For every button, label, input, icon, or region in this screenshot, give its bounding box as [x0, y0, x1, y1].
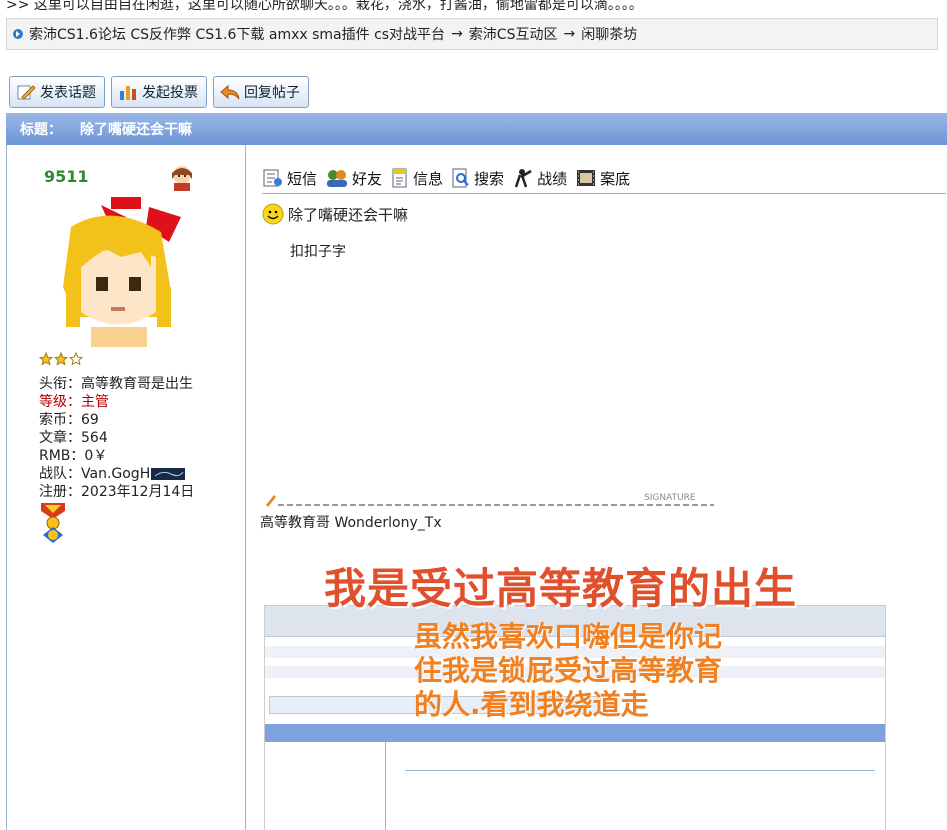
- signature-caption-4: 的人.看到我绕道走: [414, 688, 649, 721]
- message-icon: [263, 169, 282, 187]
- archive-button[interactable]: 案底: [575, 168, 630, 189]
- post-title: 除了嘴硬还会干嘛: [262, 203, 408, 225]
- breadcrumb-forum[interactable]: 闲聊茶坊: [581, 24, 637, 44]
- signature-divider: SIGNATURE: [266, 493, 714, 507]
- medals: [39, 501, 67, 549]
- new-poll-button[interactable]: 发起投票: [111, 76, 207, 108]
- post-content: 短信 好友 信息 搜索 战绩 案底 除了嘴硬还会干嘛 扣扣子字 SIGNATUR…: [246, 145, 947, 830]
- soldier-icon: [514, 169, 532, 188]
- film-icon: [577, 170, 596, 186]
- smiley-icon: [262, 203, 284, 225]
- action-buttons: 发表话题 发起投票 回复帖子: [9, 76, 309, 108]
- post-body: 扣扣子字: [290, 244, 346, 260]
- breadcrumb: 索沛CS1.6论坛 CS反作弊 CS1.6下载 amxx sma插件 cs对战平…: [6, 18, 938, 50]
- author-rmb: RMB：0￥: [39, 448, 108, 464]
- girl-gender-icon: [172, 166, 192, 191]
- author-info: 头衔：高等教育哥是出生 等级：主管 索币：69 文章：564 RMB：0￥ 战队…: [39, 375, 194, 501]
- rank-stars: [39, 352, 83, 366]
- arrow-bullet-icon: [13, 29, 23, 39]
- star-filled-icon: [54, 352, 68, 366]
- author-panel: 9511 头衔：高等教育哥是出生 等级：主管 索币：69 文章：564 RMB：…: [7, 145, 246, 830]
- reply-button[interactable]: 回复帖子: [213, 76, 309, 108]
- author-title: 头衔：高等教育哥是出生: [39, 376, 193, 392]
- info-document-icon: [392, 168, 407, 188]
- breadcrumb-site[interactable]: 索沛CS1.6论坛 CS反作弊 CS1.6下载 amxx sma插件 cs对战平…: [29, 24, 445, 44]
- thread-title-bar: 标题： 除了嘴硬还会干嘛: [6, 113, 947, 145]
- friends-icon: [327, 170, 348, 187]
- search-icon: [452, 168, 469, 188]
- breadcrumb-section[interactable]: 索沛CS互动区: [469, 24, 558, 44]
- friend-button[interactable]: 好友: [325, 168, 382, 189]
- author-team: 战队：Van.GogH: [39, 465, 194, 483]
- signature-mark: SIGNATURE: [644, 493, 696, 503]
- medal-icon: [41, 503, 65, 543]
- pencil-paper-icon: [17, 85, 36, 100]
- post-toolbar: 短信 好友 信息 搜索 战绩 案底: [262, 163, 946, 194]
- bar-chart-icon: [120, 86, 136, 100]
- signature-caption-1: 我是受过高等教育的出生: [324, 564, 798, 613]
- top-notice: >> 这里可以自由自在闲逛，这里可以随心所欲聊天。。。栽花，浇水，打酱油，偷地雷…: [6, 0, 643, 13]
- breadcrumb-sep: →: [451, 26, 463, 42]
- author-name[interactable]: 9511: [44, 167, 89, 186]
- breadcrumb-sep: →: [563, 26, 576, 42]
- search-button[interactable]: 搜索: [451, 168, 504, 189]
- author-posts: 文章：564: [39, 430, 108, 446]
- post-container: 9511 头衔：高等教育哥是出生 等级：主管 索币：69 文章：564 RMB：…: [6, 145, 947, 830]
- star-filled-icon: [39, 352, 53, 366]
- signature-text: 高等教育哥 Wonderlony_Tx: [260, 515, 442, 531]
- team-badge-icon: [151, 468, 186, 480]
- signature-image: 我是受过高等教育的出生 虽然我喜欢口嗨但是你记 住我是锁屁受过高等教育 的人.看…: [264, 545, 944, 830]
- user-avatar[interactable]: [51, 197, 185, 347]
- info-button[interactable]: 信息: [390, 168, 443, 189]
- thread-title-label: 标题：: [20, 122, 62, 138]
- message-button[interactable]: 短信: [262, 168, 317, 189]
- record-button[interactable]: 战绩: [512, 168, 567, 189]
- thread-title: 除了嘴硬还会干嘛: [80, 122, 192, 138]
- author-coins: 索币：69: [39, 412, 99, 428]
- author-level: 等级：主管: [39, 394, 109, 410]
- author-registered: 注册：2023年12月14日: [39, 484, 195, 500]
- reply-arrow-icon: [220, 84, 240, 100]
- new-topic-button[interactable]: 发表话题: [9, 76, 105, 108]
- star-empty-icon: [69, 352, 83, 366]
